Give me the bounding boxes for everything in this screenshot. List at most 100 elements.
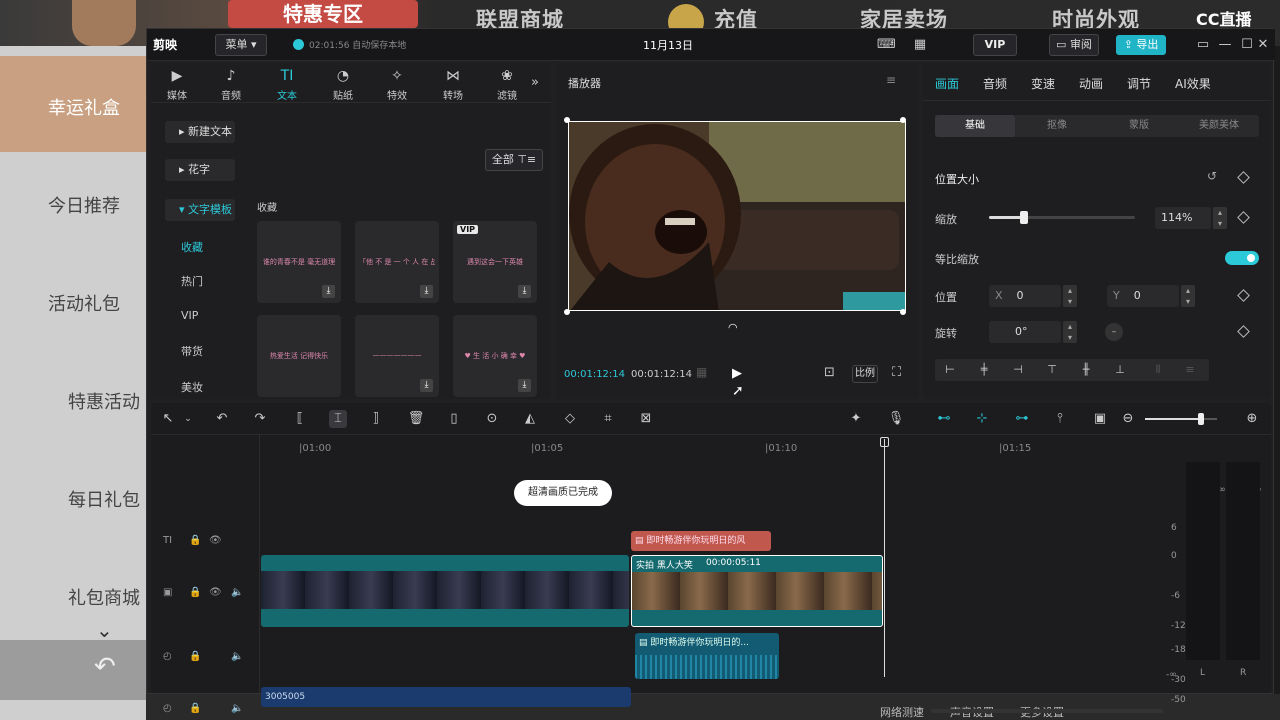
reset-icon[interactable]: ↺ (1207, 169, 1217, 183)
lock-icon[interactable]: 🔒 (189, 535, 201, 546)
position-x-stepper[interactable]: ▴ ▾ (1063, 285, 1077, 307)
close-button[interactable]: ✕ (1253, 35, 1273, 55)
review-button[interactable]: ▭ 审阅 (1049, 34, 1099, 56)
fullscreen-icon[interactable]: ⛶ (892, 365, 901, 380)
rotate-handle-icon[interactable]: ◠ (728, 321, 738, 334)
select-tool-icon[interactable]: ↖ (159, 410, 177, 428)
scale-input[interactable]: 114% (1155, 207, 1211, 229)
keyframe-icon[interactable] (1237, 211, 1250, 224)
zoom-knob[interactable] (1198, 413, 1205, 425)
align-center-v-icon[interactable]: ╫ (1077, 361, 1095, 379)
redo-icon[interactable]: ↷ (251, 410, 269, 428)
more-tabs-icon[interactable]: » (531, 75, 539, 90)
freeze-icon[interactable]: ▯ (445, 410, 463, 428)
uniform-scale-toggle[interactable] (1225, 251, 1259, 265)
speaker-icon[interactable]: 🔈 (231, 651, 243, 662)
keyframe-icon[interactable] (1237, 325, 1250, 338)
fancy-text-item[interactable]: ▸ 花字 (165, 159, 235, 181)
bg-sidebar-item[interactable]: 今日推荐 (48, 192, 120, 218)
menu-button[interactable]: 菜单 ▾ (215, 34, 267, 56)
export-button[interactable]: ⇪ 导出 (1116, 35, 1166, 55)
tab-transition[interactable]: ⋈ 转场 (433, 67, 473, 102)
bg-sidebar-item[interactable]: 活动礼包 (48, 290, 120, 316)
text-template-item[interactable]: ▾ 文字模板 (165, 199, 235, 221)
eye-icon[interactable]: 👁 (209, 535, 222, 546)
resize-handle[interactable] (900, 309, 906, 315)
grid-icon[interactable]: ▦ (696, 365, 707, 379)
chevron-down-icon[interactable]: ⌄ (96, 618, 113, 642)
bg-sidebar-item[interactable]: 特惠活动 (68, 388, 140, 414)
minimize-icon[interactable]: ▭ (1193, 35, 1213, 55)
position-y-stepper[interactable]: ▴ ▾ (1181, 285, 1195, 307)
menu-icon[interactable]: ≡ (886, 73, 896, 87)
lock-icon[interactable]: 🔒 (189, 651, 201, 662)
template-card[interactable]: 热爱生活 记得快乐 (257, 315, 341, 397)
distribute-h-icon[interactable]: ⫴ (1149, 361, 1167, 379)
lock-icon[interactable]: 🔒 (189, 703, 201, 714)
download-icon[interactable]: ⤓ (420, 285, 433, 298)
subtab-chroma[interactable]: 抠像 (1017, 115, 1097, 137)
scale-stepper[interactable]: ▴ ▾ (1213, 207, 1227, 229)
align-right-icon[interactable]: ⊣ (1009, 361, 1027, 379)
tab-audio[interactable]: ♪ 音频 (211, 67, 251, 102)
blue-clip[interactable]: 3005005 (261, 687, 631, 707)
split-left-icon[interactable]: ⟦ (291, 410, 309, 428)
subtab-mask[interactable]: 蒙版 (1099, 115, 1179, 137)
zoom-out-icon[interactable]: ⊖ (1119, 410, 1137, 428)
back-icon[interactable]: ↶ (94, 652, 116, 682)
speaker-icon[interactable]: 🔈 (231, 703, 243, 714)
align-bottom-icon[interactable]: ⊥ (1111, 361, 1129, 379)
minimize-button[interactable]: — (1215, 35, 1235, 55)
delete-icon[interactable]: 🗑 (407, 410, 425, 428)
tab-adjust[interactable]: 调节 (1127, 75, 1151, 92)
layout-icon[interactable]: ▦ (911, 36, 929, 54)
link-icon[interactable]: ⊶ (1013, 410, 1031, 428)
sub-vip[interactable]: VIP (181, 309, 198, 322)
tab-text[interactable]: TI 文本 (267, 67, 307, 102)
keyframe-icon[interactable] (1237, 289, 1250, 302)
tab-effects[interactable]: ✧ 特效 (377, 67, 417, 102)
video-clip-city[interactable] (261, 555, 629, 627)
keyboard-icon[interactable]: ⌨ (877, 36, 896, 54)
screenshot-icon[interactable]: ⊡ (824, 365, 835, 380)
preview-axis-icon[interactable]: ⫯ (1051, 410, 1069, 428)
template-card[interactable]: ♥ 生 活 小 确 幸 ♥ ⤓ (453, 315, 537, 397)
rotate-icon[interactable]: ◇ (561, 410, 579, 428)
link-main-track-icon[interactable]: ⊷ (935, 410, 953, 428)
zoom-slider[interactable] (1145, 413, 1217, 425)
bg-sidebar-item[interactable]: 礼包商城 (68, 584, 140, 610)
preview-icon[interactable]: ▣ (1091, 410, 1109, 428)
download-icon[interactable]: ⤓ (518, 285, 531, 298)
align-top-icon[interactable]: ⊤ (1043, 361, 1061, 379)
eye-icon[interactable]: 👁 (209, 587, 222, 598)
undo-icon[interactable]: ↶ (213, 410, 231, 428)
filter-all-button[interactable]: 全部 ⊤≡ (485, 149, 543, 171)
sub-goods[interactable]: 带货 (181, 343, 203, 359)
bg-sidebar-item[interactable]: 幸运礼盒 (48, 94, 120, 120)
microphone-icon[interactable]: 🎙 (887, 410, 905, 428)
tab-speed[interactable]: 变速 (1031, 75, 1055, 92)
keyframe-icon[interactable] (1237, 171, 1250, 184)
reverse-icon[interactable]: ⊙ (483, 410, 501, 428)
video-clip-selected[interactable]: 实拍 黑人大笑 00:00:05:11 (631, 555, 883, 627)
tab-animation[interactable]: 动画 (1079, 75, 1103, 92)
download-icon[interactable]: ⤓ (518, 379, 531, 392)
sub-favorites[interactable]: 收藏 (181, 239, 203, 255)
playhead[interactable] (884, 439, 885, 677)
template-card[interactable]: 「他 不 是 一 个 人 在 战 斗」 ⤓ (355, 221, 439, 303)
rotate-dial-icon[interactable]: – (1105, 323, 1123, 341)
image-edit-icon[interactable]: ⊠ (637, 410, 655, 428)
ai-magic-icon[interactable]: ✦ (847, 410, 865, 428)
vip-button[interactable]: VIP (973, 34, 1017, 56)
zoom-in-icon[interactable]: ⊕ (1243, 410, 1261, 428)
magnet-icon[interactable]: ⊹ (973, 410, 991, 428)
split-icon[interactable]: ⌶ (329, 410, 347, 428)
rotate-stepper[interactable]: ▴ ▾ (1063, 321, 1077, 343)
resize-handle[interactable] (900, 117, 906, 123)
split-right-icon[interactable]: ⟧ (367, 410, 385, 428)
mirror-icon[interactable]: ◭ (521, 410, 539, 428)
scale-knob[interactable] (1020, 211, 1029, 224)
bg-footer-item[interactable]: 网络测速 (880, 704, 924, 720)
resize-handle[interactable] (564, 309, 570, 315)
scale-slider[interactable] (989, 211, 1135, 224)
